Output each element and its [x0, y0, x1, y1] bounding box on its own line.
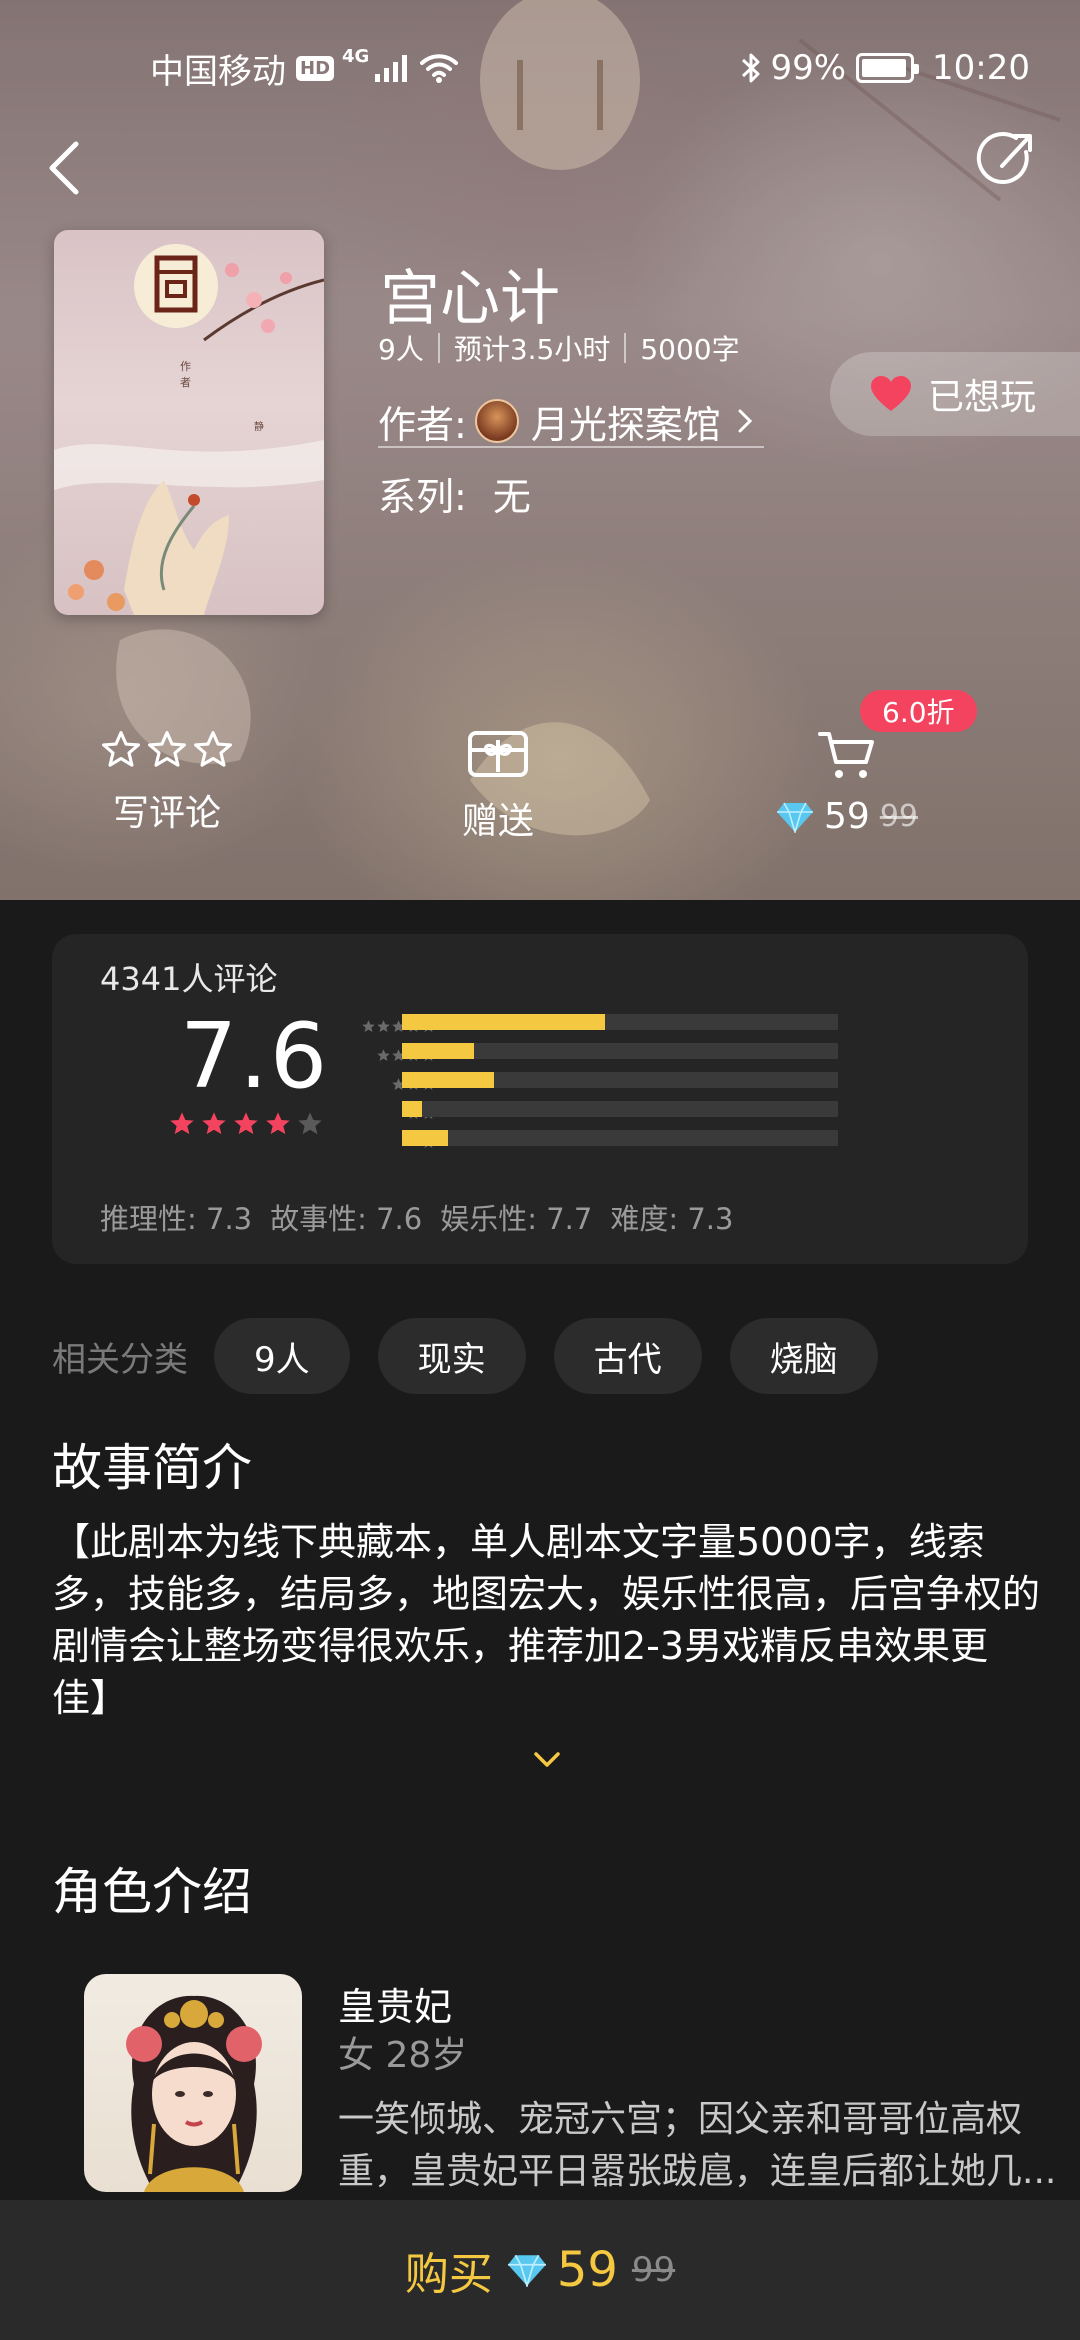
back-icon[interactable] — [40, 136, 90, 200]
series-label: 系列: — [378, 475, 467, 519]
buy-original-price: 99 — [631, 2250, 676, 2290]
series-row: 系列: 无 — [378, 466, 531, 521]
tag-chip[interactable]: 古代 — [553, 1318, 702, 1394]
svg-text:者: 者 — [180, 376, 191, 389]
gift-icon — [468, 731, 528, 777]
script-cover-image[interactable]: 作 者 静 — [54, 230, 324, 615]
word-count: 5000字 — [640, 333, 740, 366]
carrier-name: 中国移动 — [150, 51, 286, 92]
sub-score: 娱乐性: 7.7 — [440, 1202, 593, 1236]
rating-bar-4-star — [402, 1043, 838, 1059]
review-label: 写评论 — [112, 793, 221, 834]
rating-star-icon — [170, 1112, 194, 1135]
want-label: 已想玩 — [928, 377, 1037, 418]
tag-chip[interactable]: 现实 — [377, 1318, 526, 1394]
original-price: 99 — [879, 799, 918, 834]
tag-chip[interactable]: 烧脑 — [729, 1318, 878, 1394]
rating-star-icon — [234, 1112, 258, 1135]
author-link[interactable]: 作者: 月光探案馆 — [378, 396, 764, 448]
chevron-down-icon[interactable] — [532, 1750, 562, 1770]
rating-bar-5-star — [402, 1014, 838, 1030]
hero-header: 中国移动 HD 4G 99% 10:20 作 者 静 宫心计 9人 预计3.5小… — [0, 0, 1080, 900]
rating-card[interactable]: 4341人评论 7.6 推理性: 7.3 故事性: 7.6 娱乐性: 7.7 难度: … — [52, 934, 1028, 1264]
clock: 10:20 — [932, 48, 1030, 88]
author-label: 作者: — [378, 402, 467, 447]
character-description: 一笑倾城、宠冠六宫；因父亲和哥哥位高权重，皇贵妃平日嚣张跋扈，连皇后都让她几..… — [338, 2099, 1057, 2192]
status-bar-right: 99% 10:20 — [740, 40, 1030, 96]
diamond-icon — [507, 2254, 546, 2287]
network-type: 4G — [342, 46, 370, 67]
gift-button[interactable]: 赠送 — [462, 730, 534, 844]
rating-star-icon — [202, 1112, 226, 1135]
player-count: 9人 — [378, 333, 424, 366]
bottom-buy-bar: 购买 59 99 — [0, 2200, 1080, 2340]
rating-bar-3-star — [402, 1072, 838, 1088]
heart-icon — [871, 376, 911, 411]
sub-score: 故事性: 7.6 — [270, 1202, 423, 1236]
gift-label: 赠送 — [462, 801, 535, 842]
rating-bar-1-star — [402, 1130, 838, 1146]
cart-purchase-button[interactable]: 59 99 — [776, 730, 918, 837]
svg-text:静: 静 — [254, 420, 264, 433]
character-info: 女 28岁 — [338, 2035, 468, 2076]
star-outline-icon — [100, 730, 234, 770]
bluetooth-icon — [742, 53, 760, 83]
script-meta: 9人 预计3.5小时 5000字 — [378, 328, 740, 368]
script-title: 宫心计 — [380, 264, 560, 334]
diamond-icon — [777, 802, 813, 833]
review-count: 4341人评论 — [100, 960, 278, 998]
story-text: 【此剧本为线下典藏本，单人剧本文字量5000字，线索多，技能多，结局多，地图宏大… — [52, 1520, 1041, 1720]
author-name: 月光探案馆 — [530, 402, 721, 447]
category-tags: 相关分类 9人 现实 古代 烧脑 — [52, 1318, 906, 1394]
buy-label: 购买 — [404, 2249, 493, 2300]
cart-icon — [818, 732, 874, 778]
hd-badge: HD — [296, 55, 335, 81]
sub-scores: 推理性: 7.3 故事性: 7.6 娱乐性: 7.7 难度: 7.3 — [100, 1196, 733, 1238]
meta-divider — [437, 333, 440, 363]
want-to-play-button[interactable]: 已想玩 — [830, 352, 1080, 436]
wifi-icon — [420, 54, 459, 83]
meta-divider — [624, 333, 627, 363]
write-review-button[interactable]: 写评论 — [100, 730, 234, 836]
price-row: 59 99 — [776, 796, 918, 837]
buy-price: 59 — [556, 2242, 618, 2298]
tags-label: 相关分类 — [52, 1339, 188, 1380]
author-avatar — [474, 399, 519, 443]
status-bar-left: 中国移动 HD 4G — [150, 40, 459, 96]
svg-text:作: 作 — [180, 360, 191, 373]
buy-button[interactable]: 购买 59 99 — [405, 2238, 675, 2302]
story-heading: 故事简介 — [52, 1439, 252, 1497]
sub-score: 推理性: 7.3 — [100, 1202, 253, 1236]
chevron-right-icon — [738, 409, 752, 433]
sub-score: 难度: 7.3 — [610, 1202, 734, 1236]
tag-chip[interactable]: 9人 — [214, 1318, 350, 1394]
rating-bar-2-star — [402, 1101, 838, 1117]
current-price: 59 — [824, 796, 870, 837]
discount-badge: 6.0折 — [860, 690, 977, 732]
character-name: 皇贵妃 — [338, 1985, 453, 2029]
characters-heading: 角色介绍 — [52, 1863, 252, 1921]
rating-distribution — [402, 1014, 838, 1159]
battery-percent: 99% — [770, 48, 847, 88]
battery-icon — [856, 53, 920, 83]
series-value: 无 — [492, 475, 531, 519]
signal-icon — [375, 54, 408, 82]
share-icon[interactable] — [976, 128, 1040, 192]
character-avatar[interactable] — [84, 1974, 302, 2192]
duration: 预计3.5小时 — [453, 333, 611, 366]
